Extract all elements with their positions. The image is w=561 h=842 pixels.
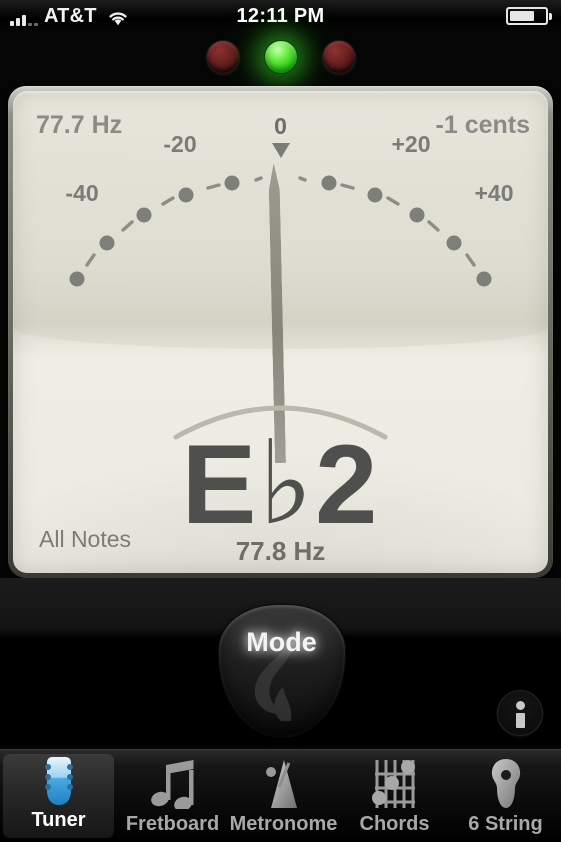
guitar-body-icon xyxy=(483,756,529,812)
tab-metronome[interactable]: Metronome xyxy=(228,750,339,842)
guitar-headstock-icon xyxy=(37,754,81,808)
note-octave: 2 xyxy=(315,422,380,547)
center-marker-icon xyxy=(271,143,290,158)
note-accidental: ♭ xyxy=(258,416,316,551)
tuner-app-screen: AT&T 12:11 PM 77.7 Hz -1 cents 0 All Not… xyxy=(0,0,561,842)
battery-icon xyxy=(506,7,552,25)
tab-chords[interactable]: Chords xyxy=(339,750,450,842)
tab-6-string-label: 6 String xyxy=(468,813,543,835)
note-display: E♭2 77.8 Hz xyxy=(13,389,548,567)
info-icon xyxy=(516,701,525,710)
scale-label-minus40: -40 xyxy=(65,180,98,206)
tuner-dial-frame: 77.7 Hz -1 cents 0 All Notes -40 -20 +20… xyxy=(8,86,553,578)
info-icon-stem xyxy=(516,713,525,728)
tuner-dial-face[interactable]: 77.7 Hz -1 cents 0 All Notes -40 -20 +20… xyxy=(13,91,548,573)
music-note-icon xyxy=(149,756,197,812)
mode-button-label: Mode xyxy=(246,627,317,657)
tab-tuner-label: Tuner xyxy=(31,809,86,831)
tab-metronome-label: Metronome xyxy=(229,813,338,835)
led-indicator-row xyxy=(0,36,561,80)
tab-bar: Tuner Fretboard Metronome Chords 6 Strin… xyxy=(0,749,561,842)
led-flat xyxy=(203,37,243,77)
scale-label-plus40: +40 xyxy=(474,180,513,206)
tab-fretboard[interactable]: Fretboard xyxy=(117,750,228,842)
tab-tuner[interactable]: Tuner xyxy=(3,754,114,838)
scale-label-plus20: +20 xyxy=(391,131,430,157)
tab-6-string[interactable]: 6 String xyxy=(450,750,561,842)
tab-fretboard-label: Fretboard xyxy=(125,813,220,835)
note-name: E♭2 xyxy=(13,426,548,542)
info-button[interactable] xyxy=(497,690,543,736)
led-sharp xyxy=(319,37,359,77)
status-bar: AT&T 12:11 PM xyxy=(0,0,561,32)
led-in-tune xyxy=(261,37,301,77)
metronome-icon xyxy=(260,756,308,812)
note-frequency: 77.8 Hz xyxy=(235,536,326,566)
scale-label-minus20: -20 xyxy=(163,131,196,157)
note-letter: E xyxy=(181,422,259,547)
chord-diagram-icon xyxy=(370,756,420,812)
tab-chords-label: Chords xyxy=(359,813,430,835)
clock-label: 12:11 PM xyxy=(236,4,325,27)
